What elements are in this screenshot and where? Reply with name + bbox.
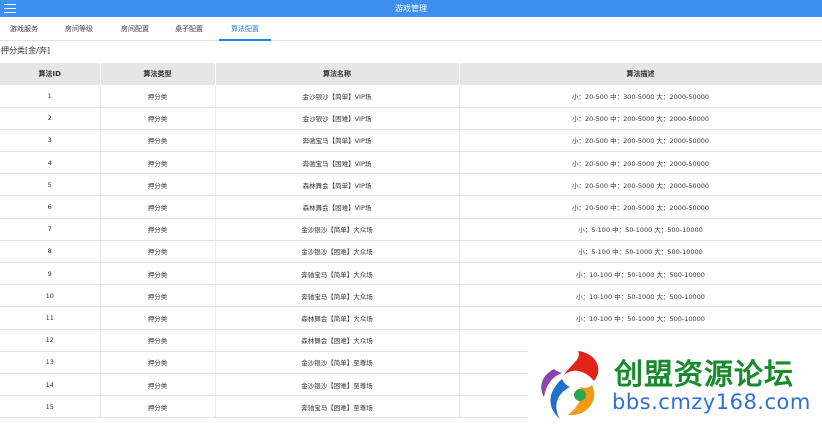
cell-algorithm-type: 押分类 xyxy=(100,173,216,197)
cell-algorithm-id: 12 xyxy=(0,329,101,352)
cell-algorithm-type: 押分类 xyxy=(100,373,216,397)
cell-algorithm-name: 奔驰宝马【简单】大众场 xyxy=(215,262,460,286)
tab-bar: 游戏服务 房间等级 房间配置 桌子配置 算法配置 xyxy=(0,17,822,41)
tab-room-level[interactable]: 房间等级 xyxy=(56,17,102,41)
cell-algorithm-description: 小：5-100 中：50-1000 大：500-10000 xyxy=(459,218,822,241)
cell-algorithm-name: 森林舞会【困难】大众场 xyxy=(215,329,460,352)
column-header-name: 算法名称 xyxy=(215,63,460,85)
cell-algorithm-id: 2 xyxy=(0,107,101,130)
cell-algorithm-type: 押分类 xyxy=(100,151,216,175)
cell-algorithm-description: 小：20-500 中：200-5000 大：2000-50000 xyxy=(459,107,822,130)
table-header-row: 算法ID 算法类型 算法名称 算法描述 xyxy=(0,63,822,85)
cell-algorithm-id: 9 xyxy=(0,262,101,286)
table-row[interactable]: 6 押分类 森林舞会【困难】VIP场 小：20-500 中：200-5000 大：20… xyxy=(0,195,822,219)
table-row[interactable]: 5 押分类 森林舞会【简单】VIP场 小：20-500 中：200-5000 大：20… xyxy=(0,173,822,197)
cell-algorithm-name: 奔驰宝马【困难】VIP场 xyxy=(215,151,460,175)
watermark: 创盟资源论坛 bbs.cmzy168.com xyxy=(528,339,822,427)
cell-algorithm-id: 15 xyxy=(0,395,101,419)
cell-algorithm-description: 小：10-100 中：50-1000 大：500-10000 xyxy=(459,306,822,330)
cell-algorithm-description: 小：20-500 中：200-5000 大：2000-50000 xyxy=(459,151,822,175)
table-row[interactable]: 8 押分类 金沙银沙【困难】大众场 小：5-100 中：50-1000 大：500-1… xyxy=(0,240,822,264)
cell-algorithm-name: 奔驰宝马【困难】至尊场 xyxy=(215,395,460,419)
cell-algorithm-type: 押分类 xyxy=(100,240,216,264)
cell-algorithm-id: 4 xyxy=(0,151,101,175)
tab-table-config[interactable]: 桌子配置 xyxy=(166,17,212,41)
cell-algorithm-name: 森林舞会【困难】VIP场 xyxy=(215,195,460,219)
cell-algorithm-type: 押分类 xyxy=(100,85,216,108)
tab-room-config[interactable]: 房间配置 xyxy=(112,17,158,41)
table-row[interactable]: 11 押分类 森林舞会【简单】大众场 小：10-100 中：50-1000 大：500… xyxy=(0,306,822,330)
table-row[interactable]: 7 押分类 金沙银沙【简单】大众场 小：5-100 中：50-1000 大：500-1… xyxy=(0,218,822,241)
cell-algorithm-type: 押分类 xyxy=(100,329,216,352)
cell-algorithm-name: 奔驰宝马【简单】VIP场 xyxy=(215,129,460,153)
cell-algorithm-type: 押分类 xyxy=(100,107,216,130)
section-title: 押分类[金/奔] xyxy=(1,46,50,55)
cell-algorithm-name: 金沙银沙【困难】VIP场 xyxy=(215,107,460,130)
cell-algorithm-type: 押分类 xyxy=(100,262,216,286)
table-row[interactable]: 10 押分类 奔驰宝马【简单】大众场 小：10-100 中：50-1000 大：500… xyxy=(0,284,822,308)
app-title: 游戏管理 xyxy=(395,4,427,13)
cell-algorithm-description: 小：10-100 中：50-1000 大：500-10000 xyxy=(459,262,822,286)
tab-game-service[interactable]: 游戏服务 xyxy=(2,17,46,41)
cell-algorithm-name: 金沙银沙【困难】大众场 xyxy=(215,240,460,264)
cell-algorithm-name: 奔驰宝马【简单】大众场 xyxy=(215,284,460,308)
cell-algorithm-type: 押分类 xyxy=(100,395,216,419)
cell-algorithm-id: 8 xyxy=(0,240,101,264)
cell-algorithm-name: 森林舞会【简单】VIP场 xyxy=(215,173,460,197)
cell-algorithm-description: 小：20-500 中：300-5000 大：2000-50000 xyxy=(459,85,822,108)
table-row[interactable]: 3 押分类 奔驰宝马【简单】VIP场 小：20-500 中：200-5000 大：20… xyxy=(0,129,822,153)
cell-algorithm-id: 13 xyxy=(0,351,101,374)
table-row[interactable]: 1 押分类 金沙银沙【简单】VIP场 小：20-500 中：300-5000 大：20… xyxy=(0,85,822,108)
table-row[interactable]: 4 押分类 奔驰宝马【困难】VIP场 小：20-500 中：200-5000 大：20… xyxy=(0,151,822,175)
cell-algorithm-id: 7 xyxy=(0,218,101,241)
cell-algorithm-type: 押分类 xyxy=(100,284,216,308)
cell-algorithm-description: 小：20-500 中：200-5000 大：2000-50000 xyxy=(459,195,822,219)
cell-algorithm-name: 金沙银沙【简单】大众场 xyxy=(215,218,460,241)
cell-algorithm-id: 1 xyxy=(0,85,101,108)
table-row[interactable]: 2 押分类 金沙银沙【困难】VIP场 小：20-500 中：200-5000 大：20… xyxy=(0,107,822,130)
top-bar: 游戏管理 xyxy=(0,0,822,17)
cell-algorithm-name: 金沙银沙【困难】至尊场 xyxy=(215,373,460,397)
watermark-url: bbs.cmzy168.com xyxy=(612,390,811,414)
cell-algorithm-type: 押分类 xyxy=(100,351,216,374)
cell-algorithm-description: 小：10-100 中：50-1000 大：500-10000 xyxy=(459,284,822,308)
tab-algorithm-config[interactable]: 算法配置 xyxy=(219,17,271,41)
cell-algorithm-id: 6 xyxy=(0,195,101,219)
cell-algorithm-id: 3 xyxy=(0,129,101,153)
cell-algorithm-id: 5 xyxy=(0,173,101,197)
column-header-id: 算法ID xyxy=(0,63,101,85)
swirl-logo-icon xyxy=(541,351,599,419)
cell-algorithm-name: 金沙银沙【简单】VIP场 xyxy=(215,85,460,108)
cell-algorithm-type: 押分类 xyxy=(100,306,216,330)
cell-algorithm-id: 14 xyxy=(0,373,101,397)
cell-algorithm-description: 小：20-500 中：200-5000 大：2000-50000 xyxy=(459,173,822,197)
cell-algorithm-id: 10 xyxy=(0,284,101,308)
cell-algorithm-id: 11 xyxy=(0,306,101,330)
cell-algorithm-type: 押分类 xyxy=(100,129,216,153)
cell-algorithm-type: 押分类 xyxy=(100,218,216,241)
cell-algorithm-name: 森林舞会【简单】大众场 xyxy=(215,306,460,330)
cell-algorithm-description: 小：20-500 中：200-5000 大：2000-50000 xyxy=(459,129,822,153)
column-header-type: 算法类型 xyxy=(100,63,216,85)
watermark-name: 创盟资源论坛 xyxy=(614,357,795,391)
cell-algorithm-name: 金沙银沙【简单】至尊场 xyxy=(215,351,460,374)
table-row[interactable]: 9 押分类 奔驰宝马【简单】大众场 小：10-100 中：50-1000 大：500-… xyxy=(0,262,822,286)
column-header-description: 算法描述 xyxy=(459,63,822,85)
cell-algorithm-type: 押分类 xyxy=(100,195,216,219)
cell-algorithm-description: 小：5-100 中：50-1000 大：500-10000 xyxy=(459,240,822,264)
